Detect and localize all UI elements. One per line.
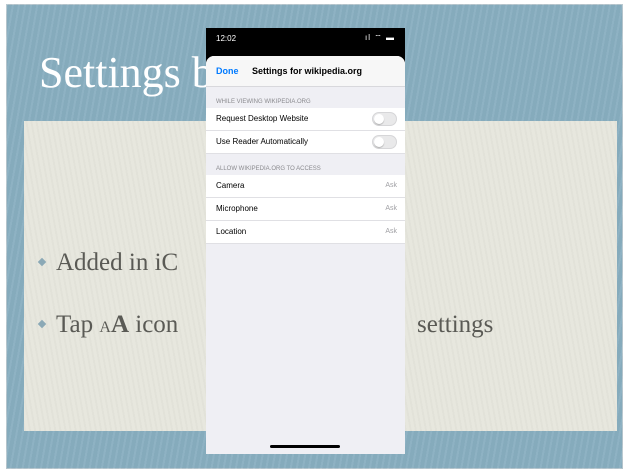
status-time: 12:02 (216, 34, 237, 43)
nav-bar: Done Settings for wikipedia.org (206, 56, 405, 87)
status-bar: 12:02 ıl ⌔ ▬ (206, 28, 405, 56)
phone-screenshot: 12:02 ıl ⌔ ▬ Done Settings for wikipedia… (206, 28, 405, 454)
text-size-icon-large: A (110, 311, 129, 338)
bullet-1: Added in iC (56, 249, 178, 277)
bullet-2: Tap AA icon (56, 311, 178, 339)
row-label: Request Desktop Website (216, 114, 309, 123)
toggle-knob (374, 137, 384, 147)
row-request-desktop[interactable]: Request Desktop Website (206, 108, 405, 131)
section-header-access: ALLOW WIKIPEDIA.ORG TO ACCESS (216, 166, 321, 172)
bullet-2-text-after: settings (417, 311, 494, 338)
row-value: Ask (385, 182, 397, 189)
row-label: Camera (216, 181, 245, 190)
bullet-2-text-mid: icon (129, 311, 179, 338)
row-label: Location (216, 227, 247, 236)
row-value: Ask (385, 205, 397, 212)
toggle-knob (374, 114, 384, 124)
bullet-marker (37, 257, 47, 267)
row-location[interactable]: Location Ask (206, 221, 405, 244)
done-button[interactable]: Done (216, 66, 239, 76)
section-header-viewing: WHILE VIEWING WIKIPEDIA.ORG (216, 99, 311, 105)
row-value: Ask (385, 228, 397, 235)
bullet-marker (37, 319, 47, 329)
request-desktop-toggle[interactable] (372, 112, 397, 126)
row-label: Use Reader Automatically (216, 137, 309, 146)
slide-title: Settings b (39, 48, 214, 97)
signal-wifi-battery-icon: ıl ⌔ ▬ (365, 33, 395, 42)
row-microphone[interactable]: Microphone Ask (206, 198, 405, 221)
settings-sheet: Done Settings for wikipedia.org WHILE VI… (206, 56, 405, 454)
use-reader-toggle[interactable] (372, 135, 397, 149)
text-size-icon-small: A (99, 319, 111, 336)
row-use-reader[interactable]: Use Reader Automatically (206, 131, 405, 154)
home-indicator (270, 445, 340, 448)
row-camera[interactable]: Camera Ask (206, 175, 405, 198)
bullet-2-continuation: settings (417, 311, 493, 339)
bullet-2-text-before: Tap (56, 311, 100, 338)
sheet-title: Settings for wikipedia.org (252, 66, 363, 76)
row-label: Microphone (216, 204, 258, 213)
bullet-1-text: Added in iC (56, 249, 179, 276)
